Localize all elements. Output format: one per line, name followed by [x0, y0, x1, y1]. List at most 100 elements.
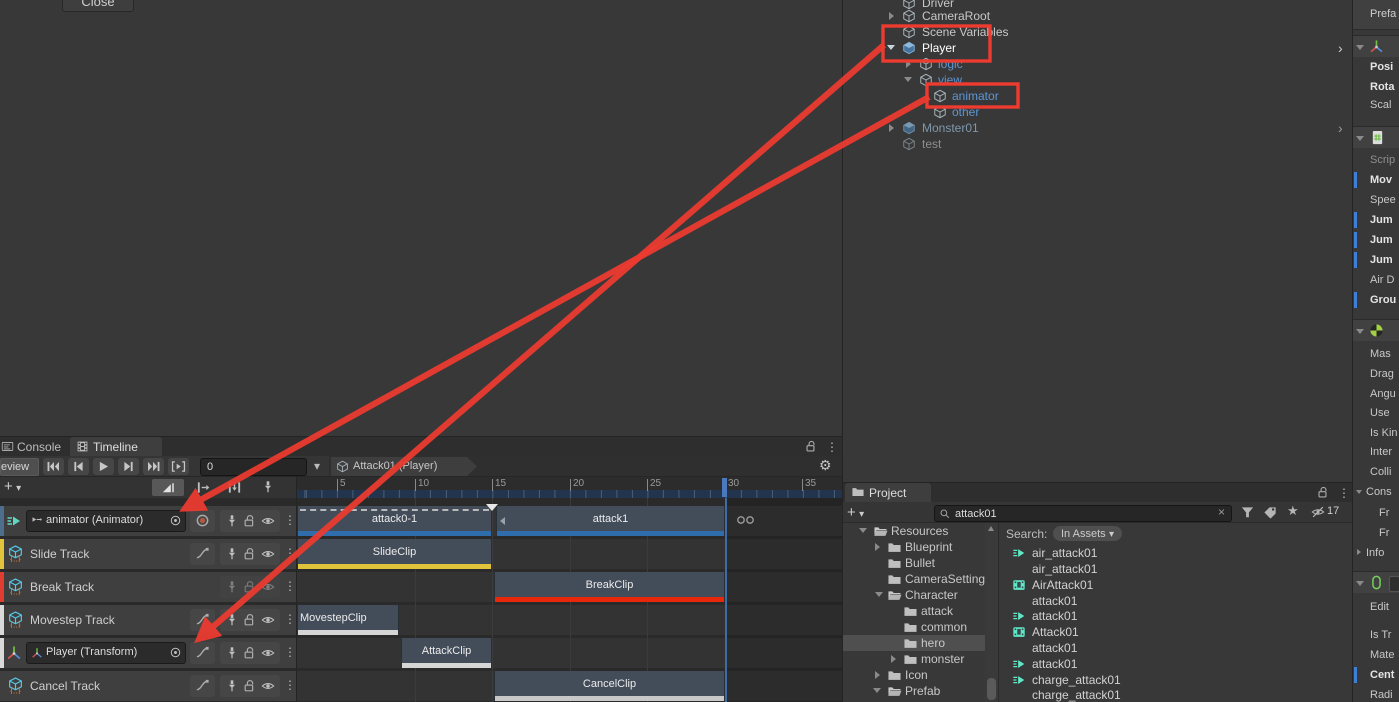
- tree-item-monster[interactable]: monster: [843, 651, 985, 667]
- track-menu-dots-icon[interactable]: ⋮: [284, 513, 296, 527]
- tree-item-blueprint[interactable]: Blueprint: [843, 539, 985, 555]
- curves-button[interactable]: [190, 642, 215, 664]
- script-component-header[interactable]: [1353, 126, 1399, 148]
- hierarchy-item-other[interactable]: other: [843, 104, 1352, 120]
- frame-dropdown-button[interactable]: ▾: [308, 458, 326, 474]
- preview-toggle[interactable]: Preview: [0, 458, 39, 476]
- play-button[interactable]: [93, 458, 114, 475]
- fold-arrow-icon[interactable]: [1357, 549, 1361, 555]
- timeline-clip[interactable]: AttackClip: [401, 638, 492, 668]
- lock-icon[interactable]: [243, 646, 257, 660]
- replace-mode-button[interactable]: [221, 479, 247, 496]
- result-item[interactable]: air_attack01: [999, 561, 1352, 577]
- fold-arrow-icon[interactable]: [1356, 136, 1364, 141]
- result-item[interactable]: attack01: [999, 593, 1352, 609]
- transform-component-header[interactable]: [1353, 35, 1399, 57]
- tree-item-attack[interactable]: attack: [843, 603, 985, 619]
- track-menu-dots-icon[interactable]: ⋮: [284, 645, 296, 659]
- search-by-type-button[interactable]: [1240, 505, 1258, 521]
- track-header-cancel[interactable]: Cancel Track ⋮: [0, 671, 296, 701]
- timeline-clip[interactable]: BreakClip: [494, 572, 725, 602]
- fold-arrow-icon[interactable]: [889, 12, 894, 20]
- fold-arrow-icon[interactable]: [875, 592, 883, 597]
- tree-item-character[interactable]: Character: [843, 587, 985, 603]
- mix-mode-button[interactable]: [152, 479, 184, 496]
- menu-dots-icon[interactable]: ⋮: [826, 440, 838, 454]
- pin-icon[interactable]: [225, 646, 239, 660]
- track-header-break[interactable]: Break Track ⋮: [0, 572, 296, 602]
- edit-collider-button[interactable]: [1389, 576, 1399, 592]
- prefab-open-chevron[interactable]: ›: [1338, 120, 1343, 136]
- eye-icon[interactable]: [261, 514, 275, 528]
- object-picker-icon[interactable]: [169, 514, 182, 527]
- hierarchy-item-player[interactable]: Player ›: [843, 40, 1349, 56]
- hierarchy-item-scene-variables[interactable]: Scene Variables: [843, 24, 1352, 40]
- track-binding-field[interactable]: Player (Transform): [26, 642, 186, 664]
- next-frame-button[interactable]: [118, 458, 139, 475]
- tab-timeline[interactable]: Timeline: [70, 437, 162, 456]
- fold-arrow-icon[interactable]: [859, 528, 867, 533]
- result-item[interactable]: attack01: [999, 640, 1352, 656]
- collider-component-header[interactable]: [1353, 571, 1399, 593]
- eye-icon[interactable]: [261, 547, 275, 561]
- tree-item-resources[interactable]: Resources: [843, 523, 985, 539]
- timeline-clip[interactable]: SlideClip: [297, 539, 492, 569]
- add-track-button[interactable]: + ▾: [4, 478, 32, 496]
- curves-button[interactable]: [190, 543, 215, 565]
- pin-icon[interactable]: [225, 580, 239, 594]
- project-search-box[interactable]: ×: [934, 505, 1232, 522]
- play-range-button[interactable]: [168, 458, 189, 475]
- go-to-end-button[interactable]: [143, 458, 164, 475]
- fold-arrow-icon[interactable]: [1356, 329, 1364, 334]
- close-button[interactable]: Close: [62, 0, 134, 12]
- eye-icon[interactable]: [261, 580, 275, 594]
- hierarchy-item-test[interactable]: test: [843, 136, 1352, 152]
- timeline-ruler[interactable]: 5 10 15 20 25 30 35: [297, 477, 842, 498]
- track-header-animation[interactable]: animator (Animator) ⋮: [0, 506, 296, 536]
- timeline-breadcrumb[interactable]: Attack01 (Player): [331, 457, 477, 476]
- hierarchy-item-monster01[interactable]: Monster01 ›: [843, 120, 1352, 136]
- go-to-start-button[interactable]: [43, 458, 64, 475]
- track-menu-dots-icon[interactable]: ⋮: [284, 546, 296, 560]
- eye-icon[interactable]: [261, 613, 275, 627]
- hierarchy-item-animator[interactable]: animator: [843, 88, 1352, 104]
- tree-item-prefab[interactable]: Prefab: [843, 683, 985, 699]
- track-menu-dots-icon[interactable]: ⋮: [284, 579, 296, 593]
- pin-icon[interactable]: [225, 514, 239, 528]
- track-header-transform[interactable]: Player (Transform) ⋮: [0, 638, 296, 668]
- tree-scrollbar[interactable]: [985, 523, 998, 702]
- result-item[interactable]: attack01: [999, 608, 1352, 624]
- previous-frame-button[interactable]: [68, 458, 89, 475]
- saved-search-star-button[interactable]: ★: [1287, 503, 1299, 519]
- fold-arrow-icon[interactable]: [906, 60, 911, 68]
- fold-arrow-icon[interactable]: [875, 543, 880, 551]
- lock-icon[interactable]: [1317, 486, 1330, 499]
- tree-item-common[interactable]: common: [843, 619, 985, 635]
- fold-arrow-icon[interactable]: [873, 688, 881, 693]
- fold-arrow-icon[interactable]: [904, 77, 912, 82]
- pin-icon[interactable]: [225, 613, 239, 627]
- prefab-open-chevron[interactable]: ›: [1338, 40, 1343, 56]
- tab-console[interactable]: Console: [0, 437, 64, 456]
- lock-icon[interactable]: [805, 440, 818, 453]
- timeline-settings-gear-icon[interactable]: ⚙: [819, 457, 832, 474]
- search-input[interactable]: [953, 506, 1197, 521]
- curves-button[interactable]: [190, 609, 215, 631]
- timeline-duration-marker[interactable]: [722, 478, 727, 497]
- frame-field[interactable]: [200, 458, 307, 476]
- eye-icon[interactable]: [261, 679, 275, 693]
- hidden-packages-toggle[interactable]: 17: [1311, 504, 1351, 520]
- fold-arrow-icon[interactable]: [1356, 581, 1364, 586]
- result-item[interactable]: Attack01: [999, 624, 1352, 640]
- marker-toggle-button[interactable]: [256, 479, 280, 496]
- add-asset-button[interactable]: + ▾: [847, 504, 875, 522]
- result-item[interactable]: AirAttack01: [999, 577, 1352, 593]
- fold-arrow-icon[interactable]: [1356, 45, 1364, 50]
- fold-arrow-icon[interactable]: [889, 124, 894, 132]
- fold-arrow-icon[interactable]: [891, 655, 896, 663]
- timeline-clip[interactable]: MovestepClip: [297, 605, 399, 635]
- tree-item-hero[interactable]: hero: [843, 635, 985, 651]
- tree-item-icon[interactable]: Icon: [843, 667, 985, 683]
- fold-arrow-icon[interactable]: [1356, 490, 1362, 494]
- hierarchy-item-logic[interactable]: logic: [843, 56, 1352, 72]
